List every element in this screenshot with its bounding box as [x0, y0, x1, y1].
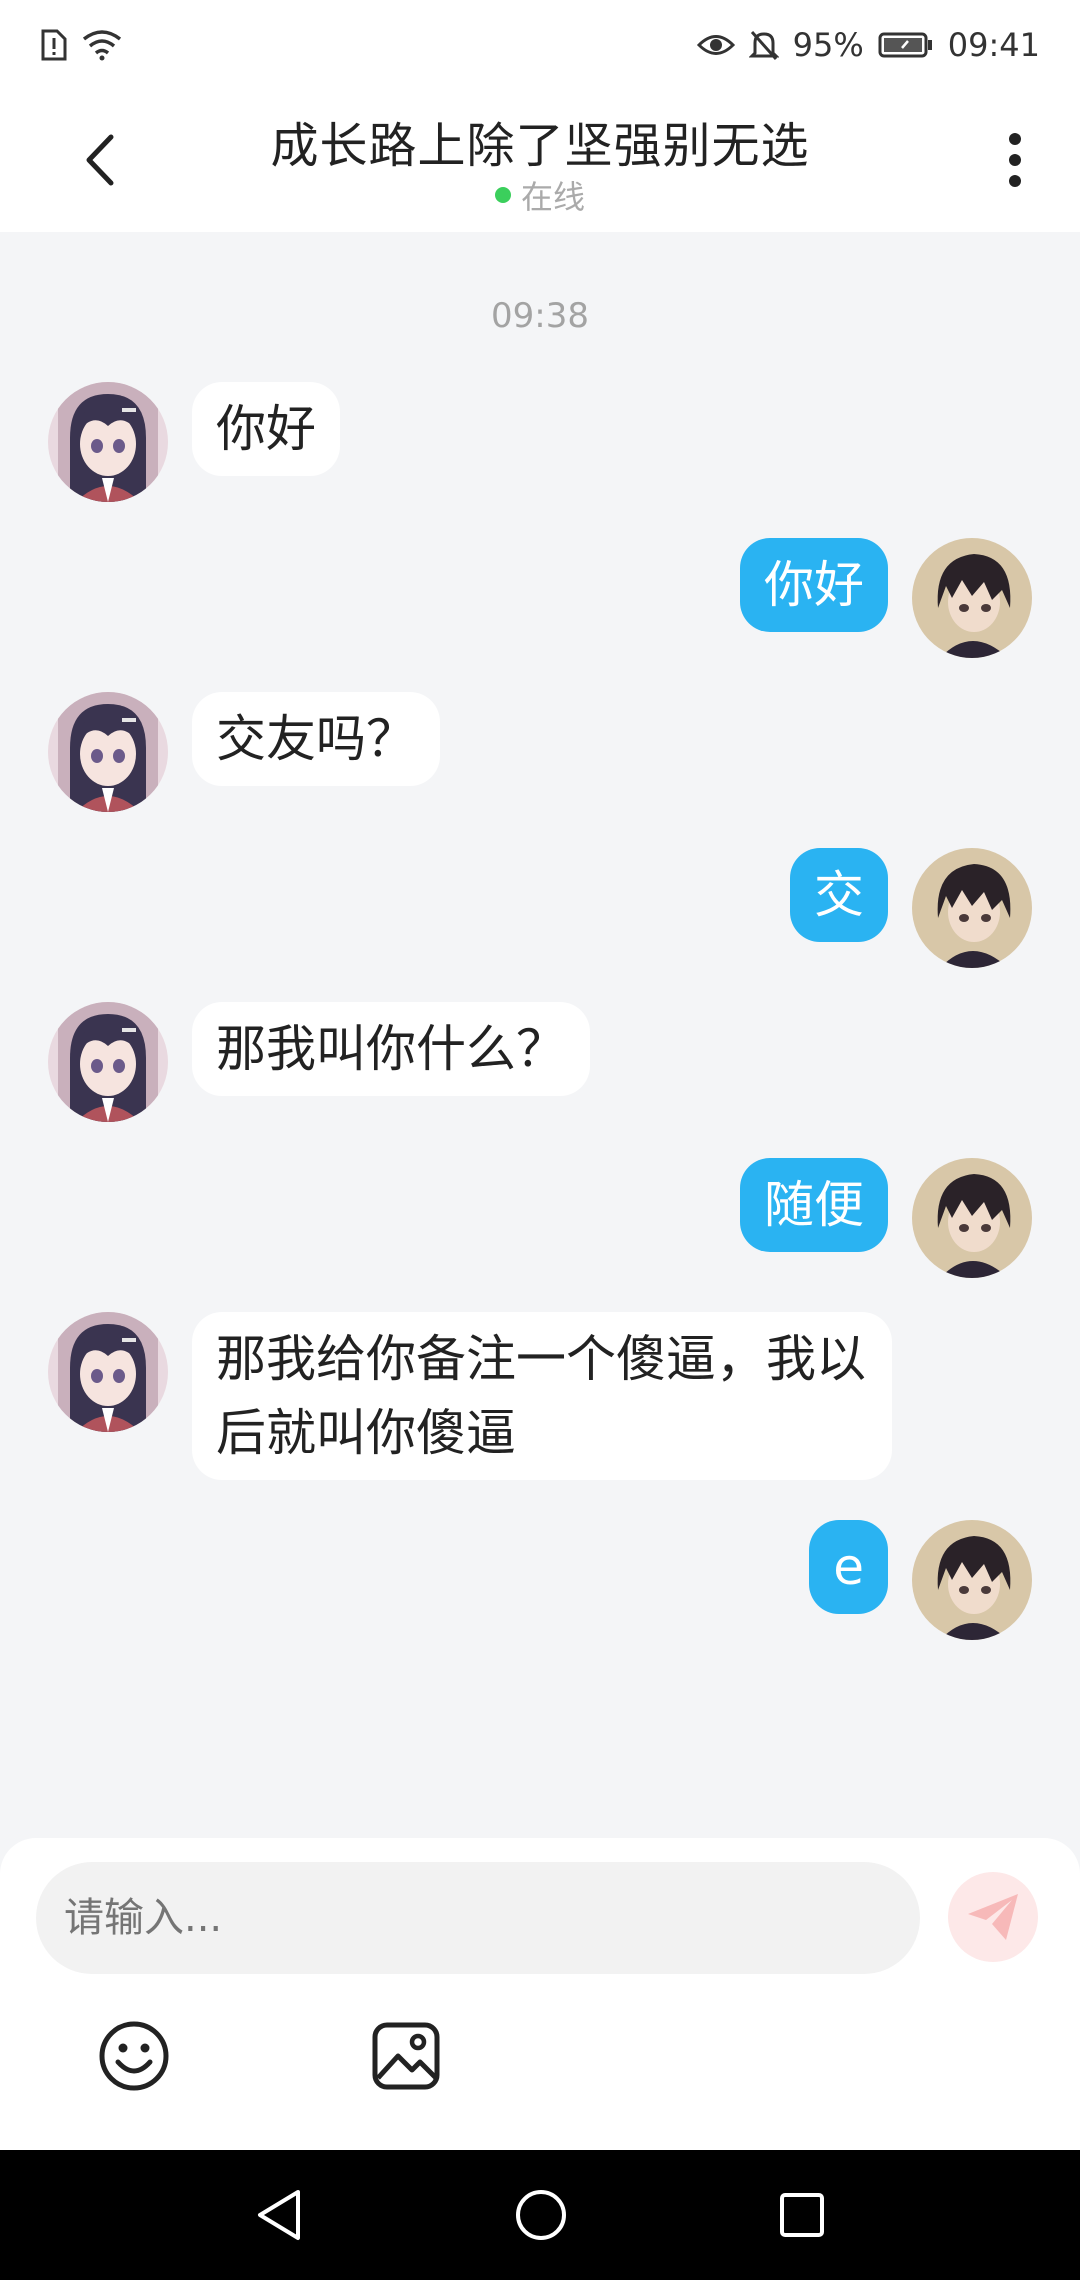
my-avatar[interactable]: [912, 1158, 1032, 1278]
contact-avatar[interactable]: [48, 1312, 168, 1432]
message-bubble-sent[interactable]: 随便: [740, 1158, 888, 1252]
status-left: [40, 28, 122, 62]
nav-home-button[interactable]: [514, 2188, 568, 2242]
message-input[interactable]: [36, 1862, 920, 1974]
chat-timestamp: 09:38: [491, 296, 589, 336]
message-row-received: 交友吗？: [48, 692, 440, 812]
contact-avatar[interactable]: [48, 692, 168, 812]
status-bar: 95% 09:41: [0, 0, 1080, 90]
status-right: 95% 09:41: [696, 26, 1040, 64]
status-time: 09:41: [947, 26, 1040, 64]
message-bubble-sent[interactable]: e: [809, 1520, 888, 1614]
more-button[interactable]: [990, 120, 1040, 200]
battery-icon: [878, 31, 934, 59]
message-bubble-sent[interactable]: 交: [790, 848, 888, 942]
sim-alert-icon: [40, 28, 68, 62]
nav-recents-icon: [780, 2193, 824, 2237]
message-row-received: 你好: [48, 382, 340, 502]
chat-title: 成长路上除了坚强别无选: [270, 118, 810, 174]
online-dot-icon: [494, 187, 511, 203]
image-icon: [372, 2022, 440, 2090]
contact-avatar[interactable]: [48, 382, 168, 502]
battery-percent: 95%: [792, 26, 864, 64]
message-row-sent: e: [809, 1520, 1032, 1640]
chevron-left-icon: [86, 134, 114, 186]
send-icon: [968, 1894, 1018, 1940]
bell-off-icon: [748, 29, 779, 61]
emoji-icon: [99, 2021, 169, 2091]
image-button[interactable]: [370, 2020, 442, 2092]
emoji-button[interactable]: [98, 2020, 170, 2092]
more-vertical-icon: [1009, 133, 1021, 187]
send-button[interactable]: [948, 1872, 1038, 1962]
my-avatar[interactable]: [912, 1520, 1032, 1640]
message-bubble-received[interactable]: 那我叫你什么？: [192, 1002, 590, 1096]
message-row-received: 那我给你备注一个傻逼，我以后就叫你傻逼: [48, 1312, 892, 1480]
message-bubble-received[interactable]: 交友吗？: [192, 692, 440, 786]
message-row-sent: 随便: [740, 1158, 1032, 1278]
eye-icon: [696, 32, 735, 58]
message-row-received: 那我叫你什么？: [48, 1002, 590, 1122]
online-status: 在线: [140, 172, 940, 218]
online-status-label: 在线: [520, 178, 585, 216]
my-avatar[interactable]: [912, 848, 1032, 968]
nav-back-button[interactable]: [254, 2188, 304, 2242]
message-row-sent: 你好: [740, 538, 1032, 658]
message-row-sent: 交: [790, 848, 1032, 968]
chat-header: 成长路上除了坚强别无选 在线: [0, 90, 1080, 232]
input-panel: [0, 1838, 1080, 2150]
wifi-icon: [82, 29, 122, 61]
contact-avatar[interactable]: [48, 1002, 168, 1122]
nav-recents-button[interactable]: [778, 2191, 826, 2239]
back-button[interactable]: [60, 120, 140, 200]
nav-home-icon: [516, 2190, 566, 2240]
system-nav-bar: [0, 2150, 1080, 2280]
message-bubble-received[interactable]: 你好: [192, 382, 340, 476]
message-bubble-received[interactable]: 那我给你备注一个傻逼，我以后就叫你傻逼: [192, 1312, 892, 1480]
my-avatar[interactable]: [912, 538, 1032, 658]
nav-back-icon: [258, 2190, 300, 2240]
message-bubble-sent[interactable]: 你好: [740, 538, 888, 632]
